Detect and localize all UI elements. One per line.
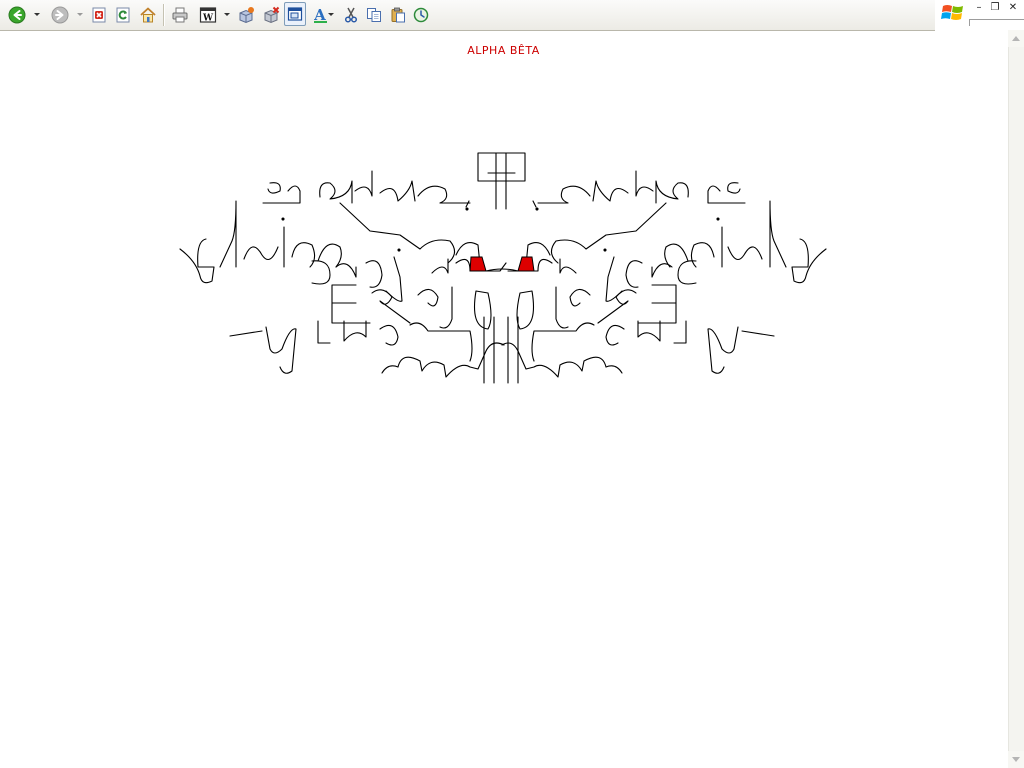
home-icon (140, 7, 156, 23)
stop-icon (92, 7, 106, 23)
cut-button[interactable] (341, 5, 361, 25)
address-bar-edge (969, 19, 1024, 26)
add-component-button[interactable] (236, 5, 256, 25)
history-clock-icon (413, 7, 429, 23)
forward-button[interactable] (50, 5, 70, 25)
back-button[interactable] (7, 5, 27, 25)
red-eye-left (469, 256, 487, 272)
script-row-5-left (229, 316, 495, 384)
word-button[interactable]: W (198, 5, 218, 25)
history-button[interactable] (411, 5, 431, 25)
font-dropdown-icon[interactable] (328, 13, 334, 16)
center-tower-glyph (477, 152, 526, 210)
script-row-5-right (507, 316, 775, 384)
windows-logo-icon (941, 5, 963, 20)
close-button[interactable]: ✕ (1007, 2, 1019, 14)
copy-button[interactable] (364, 5, 384, 25)
dot-mark (603, 248, 607, 252)
script-row-1-left (262, 170, 471, 204)
home-button[interactable] (138, 5, 158, 25)
dot-mark (535, 207, 539, 211)
scissors-icon (344, 7, 358, 23)
print-button[interactable] (170, 5, 190, 25)
script-row-6-right (501, 342, 623, 378)
open-window-button[interactable] (284, 2, 306, 26)
accent-marks (465, 200, 537, 208)
forward-dropdown-icon[interactable] (77, 13, 83, 16)
script-row-4-left (331, 284, 492, 330)
script-row-4-right (516, 284, 677, 330)
back-arrow-icon (8, 6, 26, 24)
scroll-up-button[interactable] (1008, 30, 1024, 47)
window-icon (287, 7, 303, 21)
scroll-down-arrow-icon (1012, 757, 1020, 762)
word-document-icon: W (199, 7, 217, 24)
word-dropdown-icon[interactable] (224, 13, 230, 16)
printer-icon (172, 7, 188, 23)
browser-toolbar: W A (0, 0, 935, 31)
vertical-scrollbar[interactable] (1008, 30, 1024, 768)
copy-icon (367, 8, 381, 22)
dot-mark (716, 217, 720, 221)
scroll-up-arrow-icon (1012, 36, 1020, 41)
toolbar-separator (163, 4, 164, 26)
script-row-1-right (537, 170, 746, 204)
page-content: ALPHA BÊTA (0, 31, 1008, 768)
forward-arrow-icon (51, 6, 69, 24)
svg-text:W: W (202, 14, 214, 24)
remove-component-button[interactable] (261, 5, 281, 25)
script-row-6-left (381, 342, 505, 378)
remove-package-icon (264, 6, 280, 24)
mirrored-script-drawing (179, 152, 827, 384)
red-eye-right (517, 256, 535, 272)
paste-button[interactable] (388, 5, 408, 25)
minimize-button[interactable]: – (973, 2, 985, 14)
scroll-down-button[interactable] (1008, 751, 1024, 768)
restore-button[interactable]: ❐ (989, 2, 1001, 14)
paste-icon (391, 7, 405, 23)
dot-mark (465, 207, 469, 211)
refresh-icon (116, 7, 130, 23)
add-package-icon (239, 7, 254, 24)
back-dropdown-icon[interactable] (34, 13, 40, 16)
script-row-2-right (525, 200, 827, 284)
dot-mark (397, 248, 401, 252)
dot-mark (281, 217, 285, 221)
refresh-button[interactable] (113, 5, 133, 25)
stop-button[interactable] (89, 5, 109, 25)
